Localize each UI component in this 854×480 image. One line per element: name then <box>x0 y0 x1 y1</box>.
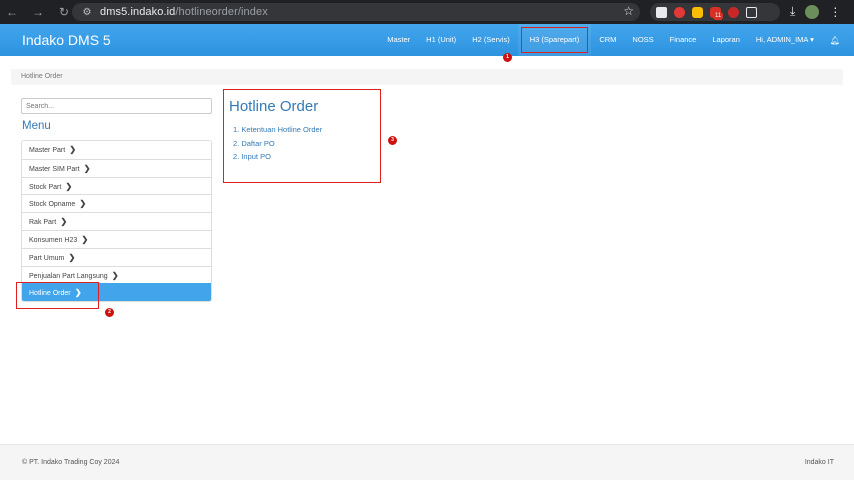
extensions-puzzle-icon[interactable] <box>746 6 757 18</box>
bookmark-star-icon[interactable]: ☆ <box>623 4 634 18</box>
site-info-icon[interactable]: ⚙ <box>80 7 94 18</box>
annotation-marker-2: 2 <box>105 308 114 317</box>
chevron-right-icon: ❯ <box>66 252 76 262</box>
chevron-right-icon: ❯ <box>67 145 77 154</box>
sidebar-item-label: Penjualan Part Langsung <box>29 272 108 280</box>
search-input[interactable] <box>21 98 212 114</box>
chevron-right-icon: ❯ <box>79 234 89 244</box>
sidebar-item-label: Konsumen H23 <box>29 236 78 244</box>
highlight-box-hotline-order <box>16 282 99 309</box>
chevron-right-icon: ❯ <box>109 270 119 280</box>
sidebar-item-part-umum[interactable]: Part Umum ❯ <box>22 247 211 266</box>
chevron-right-icon: ❯ <box>58 217 68 227</box>
reload-icon[interactable]: ↻ <box>56 4 72 20</box>
sidebar-menu: Master Part ❯ Master SIM Part ❯ Stock Pa… <box>21 140 212 303</box>
annotation-marker-1: 1 <box>503 53 512 62</box>
nav-item-h3[interactable]: H3 (Sparepart) <box>517 24 592 56</box>
sidebar-item-rak-part[interactable]: Rak Part ❯ <box>22 212 211 230</box>
nav-menu: Master H1 (Unit) H2 (Servis) H3 (Sparepa… <box>379 24 840 56</box>
footer-credit: Indako IT <box>804 459 834 466</box>
browser-actions: ⤓ ⋮ <box>790 4 841 19</box>
chevron-right-icon: ❯ <box>63 181 73 191</box>
app-navbar: Indako DMS 5 Master H1 (Unit) H2 (Servis… <box>0 24 854 56</box>
cube-ext-icon[interactable] <box>656 6 667 18</box>
nav-item-h1[interactable]: H1 (Unit) <box>418 24 464 56</box>
sidebar-item-label: Stock Opname <box>29 201 76 209</box>
address-bar[interactable]: ⚙ dms5.indako.id/hotlineorder/index ☆ <box>72 3 640 21</box>
sidebar-item-label: Master Part <box>29 147 66 154</box>
adblock-ext-icon[interactable] <box>674 6 685 18</box>
breadcrumb: Hotline Order <box>11 69 843 85</box>
notification-bell-icon[interactable]: 🔔︎ <box>822 36 840 45</box>
back-icon[interactable]: ← <box>4 4 20 20</box>
url-text: dms5.indako.id/hotlineorder/index <box>100 6 268 18</box>
sidebar-item-label: Stock Part <box>29 183 62 191</box>
brand-title[interactable]: Indako DMS 5 <box>22 32 111 48</box>
sidebar-item-stock-opname[interactable]: Stock Opname ❯ <box>22 194 211 213</box>
mail-ext-icon[interactable]: 11 <box>710 6 724 20</box>
sidebar-item-label: Part Umum <box>29 254 65 262</box>
breadcrumb-current: Hotline Order <box>21 73 63 80</box>
sidebar-item-label: Rak Part <box>29 219 57 227</box>
sidebar-item-master-part[interactable]: Master Part ❯ <box>22 141 211 159</box>
forward-icon[interactable]: → <box>30 4 46 20</box>
kebab-menu-icon[interactable]: ⋮ <box>829 5 841 19</box>
nav-item-user[interactable]: Hi, ADMIN_IMA ▾ <box>748 24 822 56</box>
shield-ext-icon[interactable] <box>728 6 739 18</box>
footer-copyright: © PT. Indako Trading Coy 2024 <box>22 459 120 466</box>
chevron-right-icon: ❯ <box>81 163 91 173</box>
sidebar-item-stock-part[interactable]: Stock Part ❯ <box>22 176 211 195</box>
keep-ext-icon[interactable] <box>692 6 703 18</box>
extensions-group: 11 <box>650 3 780 21</box>
nav-item-finance[interactable]: Finance <box>662 24 705 56</box>
annotation-marker-3: 3 <box>388 136 397 145</box>
nav-item-master[interactable]: Master <box>379 24 418 56</box>
url-host: dms5.indako.id <box>100 6 176 18</box>
nav-item-crm[interactable]: CRM <box>591 24 624 56</box>
nav-item-noss[interactable]: NOSS <box>624 24 661 56</box>
highlight-box-content <box>223 89 381 183</box>
menu-title: Menu <box>22 120 51 132</box>
mail-badge: 11 <box>713 11 724 20</box>
sidebar-item-master-sim-part[interactable]: Master SIM Part ❯ <box>22 158 211 177</box>
nav-item-laporan[interactable]: Laporan <box>704 24 748 56</box>
sidebar-item-label: Master SIM Part <box>29 165 80 173</box>
nav-item-h2[interactable]: H2 (Servis) <box>464 24 518 56</box>
sidebar-item-penjualan-part-langsung[interactable]: Penjualan Part Langsung ❯ <box>22 265 211 284</box>
sidebar-item-konsumen-h23[interactable]: Konsumen H23 ❯ <box>22 229 211 248</box>
url-path: /hotlineorder/index <box>175 6 268 18</box>
chevron-right-icon: ❯ <box>77 199 87 209</box>
browser-toolbar: ← → ↻ ⚙ dms5.indako.id/hotlineorder/inde… <box>0 0 854 24</box>
page-footer: © PT. Indako Trading Coy 2024 Indako IT <box>0 444 854 480</box>
profile-avatar[interactable] <box>805 4 820 19</box>
download-icon[interactable]: ⤓ <box>790 4 795 19</box>
